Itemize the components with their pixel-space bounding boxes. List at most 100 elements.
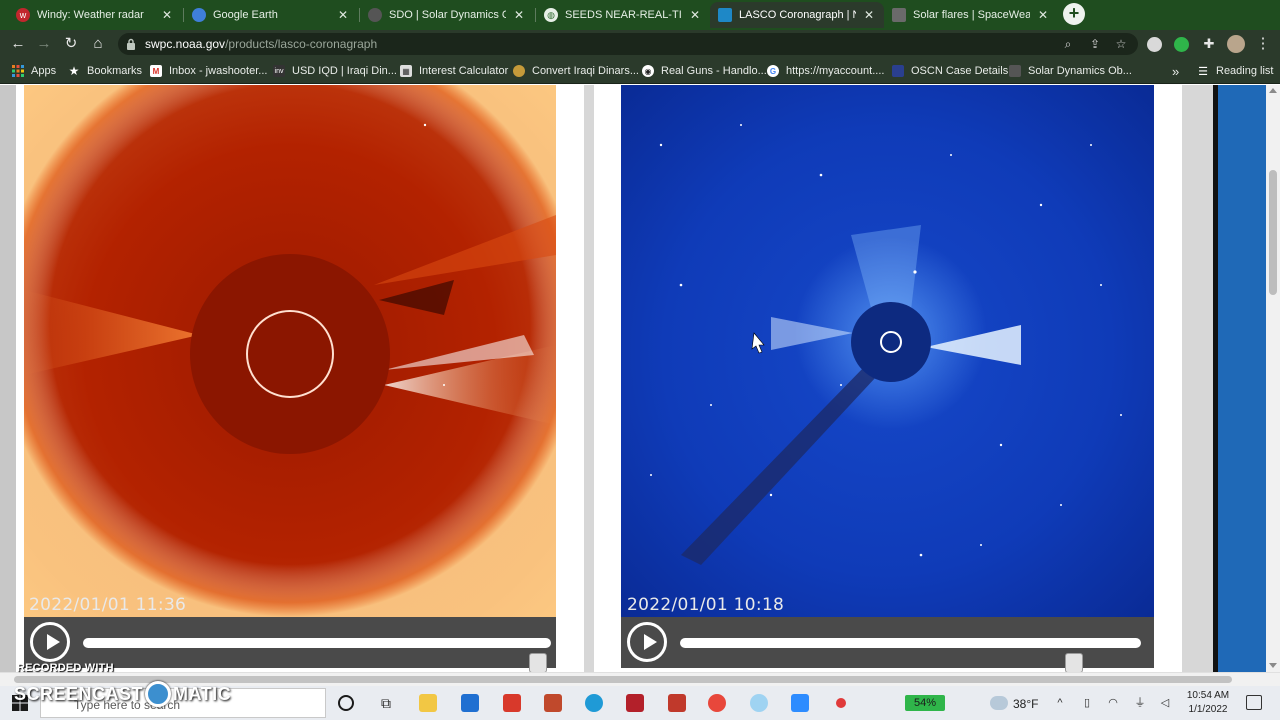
bookmark-solar-dynamics[interactable]: Solar Dynamics Ob... xyxy=(1009,63,1132,79)
address-bar[interactable]: swpc.noaa.gov/products/lasco-coronagraph… xyxy=(118,33,1138,55)
vertical-scrollbar[interactable] xyxy=(1266,85,1280,672)
zoom-app-icon[interactable] xyxy=(791,694,809,712)
bookmark-interest-calculator[interactable]: ▦ Interest Calculator xyxy=(400,63,508,79)
office-icon[interactable] xyxy=(544,694,562,712)
c2-slider-thumb[interactable] xyxy=(529,653,547,672)
close-tab-icon[interactable]: ✕ xyxy=(688,8,702,22)
clock-date: 1/1/2022 xyxy=(1188,704,1228,715)
c3-play-button[interactable] xyxy=(627,622,667,662)
close-tab-icon[interactable]: ✕ xyxy=(512,8,526,22)
more-bookmarks-button[interactable]: » xyxy=(1172,63,1179,79)
bookmark-label: OSCN Case Details xyxy=(911,65,1009,77)
share-icon[interactable]: ⇪ xyxy=(1086,35,1104,53)
c3-timeline-slider[interactable] xyxy=(680,638,1141,672)
windy-icon: w xyxy=(16,8,30,22)
tab-spaceweather[interactable]: Solar flares | SpaceWeather ✕ xyxy=(884,2,1058,28)
bookmark-label: Convert Iraqi Dinars... xyxy=(532,65,639,77)
forward-button[interactable]: → xyxy=(34,34,54,54)
bookmark-bookmarks[interactable]: ★ Bookmarks xyxy=(68,63,142,79)
scroll-down-icon[interactable] xyxy=(1269,663,1277,668)
tab-seeds[interactable]: ◍ SEEDS NEAR-REAL-TIME A ✕ xyxy=(536,2,710,28)
sidebar-strip xyxy=(1218,85,1266,672)
tab-windy[interactable]: w Windy: Weather radar ✕ xyxy=(8,2,182,28)
chrome-icon[interactable] xyxy=(708,694,726,712)
profile-avatar[interactable] xyxy=(1227,35,1245,53)
power-plug-icon[interactable]: ⏚ xyxy=(1133,697,1147,709)
zoom-icon[interactable]: ⌕ xyxy=(1059,35,1077,53)
reload-button[interactable]: ↻ xyxy=(61,34,81,54)
extension-w-icon[interactable] xyxy=(1147,37,1162,52)
c2-play-button[interactable] xyxy=(30,622,70,662)
bookmark-convert-dinars[interactable]: Convert Iraqi Dinars... xyxy=(513,63,639,79)
bookmark-usd-iqd[interactable]: inv USD IQD | Iraqi Din... xyxy=(273,63,397,79)
volume-icon[interactable]: ◁ xyxy=(1158,697,1172,709)
back-button[interactable]: ← xyxy=(8,34,28,54)
close-tab-icon[interactable]: ✕ xyxy=(1036,8,1050,22)
c2-timeline-slider[interactable] xyxy=(83,638,551,672)
calculator-icon: ▦ xyxy=(400,65,412,77)
bookmark-oscn[interactable]: OSCN Case Details xyxy=(892,63,1008,79)
watermark-text-right: MATIC xyxy=(173,683,232,704)
scroll-up-icon[interactable] xyxy=(1269,88,1277,93)
c2-coronagraph-image[interactable]: 2022/01/01 11:36 xyxy=(24,85,556,617)
battery-indicator[interactable]: 54% xyxy=(905,695,945,711)
bookmark-gmail[interactable]: M Inbox - jwashooter... xyxy=(150,63,267,79)
bookmark-label: Solar Dynamics Ob... xyxy=(1028,65,1132,77)
c2-player-controls xyxy=(24,617,556,672)
sdo-bookmark-icon xyxy=(1009,65,1021,77)
task-view-icon[interactable]: ⧉ xyxy=(377,694,395,712)
edge-icon[interactable] xyxy=(585,694,603,712)
wifi-icon[interactable]: ◠ xyxy=(1106,697,1120,709)
url-host: swpc.noaa.gov xyxy=(145,37,226,51)
gmail-icon: M xyxy=(150,65,162,77)
home-button[interactable]: ⌂ xyxy=(88,34,108,54)
weather-icon[interactable] xyxy=(990,696,1008,710)
notification-icon[interactable] xyxy=(1246,695,1262,710)
c3-timestamp: 2022/01/01 10:18 xyxy=(627,595,785,615)
bookmark-apps[interactable]: Apps xyxy=(12,63,56,79)
menu-kebab-icon[interactable]: ⋮ xyxy=(1253,34,1273,54)
cortana-icon[interactable] xyxy=(338,695,354,711)
bookmark-real-guns[interactable]: ◉ Real Guns - Handlo... xyxy=(642,63,767,79)
mail-app-icon[interactable] xyxy=(503,694,521,712)
record-dot-icon[interactable] xyxy=(836,698,846,708)
browser-toolbar: ← → ↻ ⌂ swpc.noaa.gov/products/lasco-cor… xyxy=(0,30,1280,58)
bookmark-myaccount[interactable]: G https://myaccount.... xyxy=(767,63,884,79)
tab-title: Solar flares | SpaceWeather xyxy=(913,9,1030,21)
reading-list-button[interactable]: ☰ Reading list xyxy=(1197,63,1273,79)
chevron-up-icon[interactable]: ^ xyxy=(1053,697,1067,709)
scrollbar-thumb[interactable] xyxy=(1269,170,1277,295)
tab-title: LASCO Coronagraph | NOA xyxy=(739,9,856,21)
google-icon: G xyxy=(767,65,779,77)
tab-sdo[interactable]: SDO | Solar Dynamics Obse ✕ xyxy=(360,2,534,28)
bookmark-label: Bookmarks xyxy=(87,65,143,77)
screencast-app-icon[interactable] xyxy=(668,694,686,712)
lock-icon xyxy=(127,38,135,50)
system-clock[interactable]: 10:54 AM 1/1/2022 xyxy=(1182,689,1234,717)
tab-google-earth[interactable]: Google Earth ✕ xyxy=(184,2,358,28)
close-tab-icon[interactable]: ✕ xyxy=(862,8,876,22)
page-viewport: 2022/01/01 11:36 2022/01/01 10:18 xyxy=(0,85,1280,672)
file-explorer-icon[interactable] xyxy=(419,694,437,712)
google-earth-icon xyxy=(192,8,206,22)
bookmark-star-icon[interactable]: ☆ xyxy=(1112,35,1130,53)
extensions-puzzle-icon[interactable]: ✚ xyxy=(1199,34,1219,54)
c3-coronagraph-image[interactable]: 2022/01/01 10:18 xyxy=(621,85,1154,617)
temperature-text[interactable]: 38°F xyxy=(1013,697,1038,711)
tab-title: SEEDS NEAR-REAL-TIME A xyxy=(565,9,682,21)
recorder-icon[interactable] xyxy=(750,694,768,712)
close-tab-icon[interactable]: ✕ xyxy=(336,8,350,22)
tab-lasco[interactable]: LASCO Coronagraph | NOA ✕ xyxy=(710,2,884,28)
c2-timestamp: 2022/01/01 11:36 xyxy=(29,595,187,615)
new-tab-button[interactable]: + xyxy=(1063,3,1085,25)
close-tab-icon[interactable]: ✕ xyxy=(160,8,174,22)
bookmark-label: Real Guns - Handlo... xyxy=(661,65,767,77)
dinar-icon xyxy=(513,65,525,77)
access-icon[interactable] xyxy=(626,694,644,712)
sdo-icon xyxy=(368,8,382,22)
inv-icon: inv xyxy=(273,65,285,77)
network-drive-icon[interactable]: ▯ xyxy=(1080,697,1094,709)
c3-slider-thumb[interactable] xyxy=(1065,653,1083,672)
extension-check-icon[interactable] xyxy=(1174,37,1189,52)
store-icon[interactable] xyxy=(461,694,479,712)
